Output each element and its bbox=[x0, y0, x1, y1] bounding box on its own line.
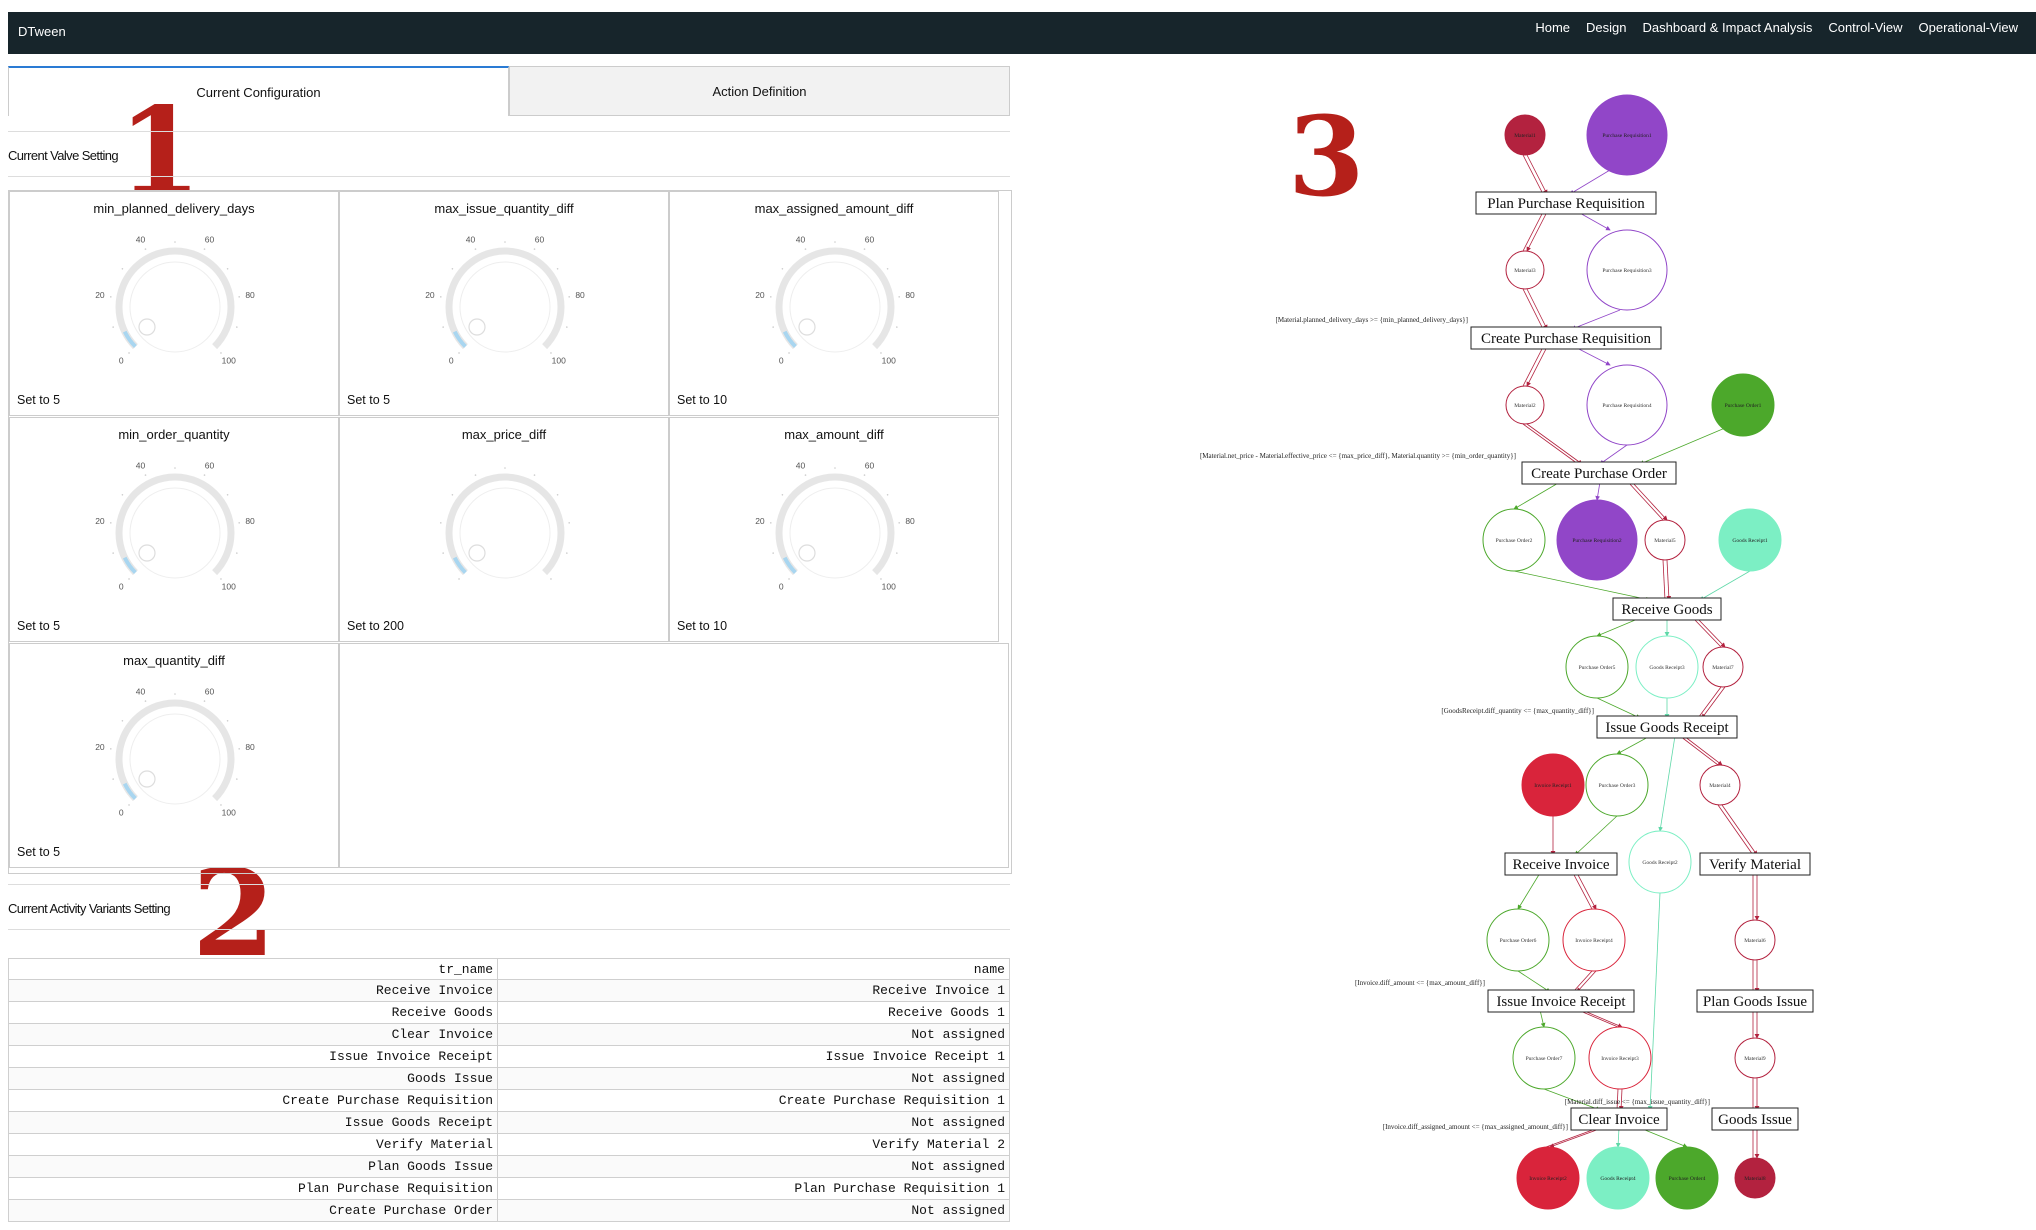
arc-edge bbox=[1572, 872, 1593, 910]
place-label: Material5 bbox=[1654, 538, 1676, 544]
place-label: Invoice Receipt3 bbox=[1601, 1056, 1639, 1062]
arc-edge bbox=[1639, 1127, 1688, 1148]
place-label: Purchase Requisition2 bbox=[1572, 538, 1622, 544]
place-label: Goods Receipt1 bbox=[1732, 538, 1768, 544]
place-label: Material4 bbox=[1709, 783, 1731, 789]
arc-edge bbox=[1683, 735, 1723, 766]
arc-edge bbox=[1697, 686, 1722, 719]
arc-edge bbox=[1721, 804, 1758, 856]
arc-edge bbox=[1692, 617, 1722, 648]
arc-edge bbox=[1615, 1127, 1621, 1148]
arc-edge bbox=[1571, 309, 1621, 330]
place-label: Purchase Order7 bbox=[1526, 1056, 1563, 1062]
transition-label: Issue Goods Receipt bbox=[1605, 720, 1729, 736]
place-label: Purchase Order2 bbox=[1496, 538, 1533, 544]
arc-edge bbox=[1599, 444, 1628, 465]
arc-edge bbox=[1577, 211, 1611, 231]
arc-edge bbox=[1522, 423, 1579, 465]
arc-edge bbox=[1526, 154, 1548, 195]
arc-edge bbox=[1701, 686, 1726, 719]
arc-edge bbox=[1631, 481, 1668, 521]
guard-label: [Invoice.diff_assigned_amount <= {max_as… bbox=[1383, 1123, 1568, 1131]
transition-label: Plan Goods Issue bbox=[1703, 994, 1808, 1010]
arc-edge bbox=[1616, 735, 1651, 755]
place-label: Goods Receipt2 bbox=[1642, 860, 1678, 866]
arc-edge bbox=[1581, 1009, 1623, 1028]
place-label: Invoice Receipt1 bbox=[1534, 783, 1572, 789]
process-net-graph: Material1 Purchase Requisition1 Material3 P… bbox=[1200, 94, 1814, 1210]
arc-edge bbox=[1574, 815, 1618, 856]
arc-edge bbox=[1517, 970, 1551, 993]
place-label: Material2 bbox=[1514, 403, 1536, 409]
place-label: Purchase Order4 bbox=[1669, 1176, 1706, 1182]
arc-edge bbox=[1522, 154, 1544, 195]
guard-label: [GoodsReceipt.diff_quantity <= {max_quan… bbox=[1441, 707, 1594, 715]
place-label: Purchase Requisition1 bbox=[1602, 133, 1652, 139]
arc-edge bbox=[1526, 423, 1583, 465]
place-label: Material3 bbox=[1514, 268, 1536, 274]
arc-edge bbox=[1569, 169, 1611, 195]
arc-edge bbox=[1577, 1009, 1619, 1028]
place-label: Purchase Requisition4 bbox=[1602, 403, 1652, 409]
arc-edge bbox=[1574, 346, 1611, 366]
arc-edge bbox=[1517, 872, 1541, 910]
transition-label: Receive Invoice bbox=[1512, 857, 1609, 873]
guard-label: [Material.net_price - Material.effective… bbox=[1200, 452, 1516, 460]
transition-label: Clear Invoice bbox=[1578, 1112, 1660, 1128]
arc-edge bbox=[1576, 970, 1597, 993]
arc-edge bbox=[1596, 617, 1641, 637]
arc-edge bbox=[1627, 481, 1664, 521]
arc-edge bbox=[1662, 559, 1666, 601]
arc-edge bbox=[1647, 892, 1661, 1111]
place-label: Purchase Order3 bbox=[1599, 783, 1636, 789]
arc-edge bbox=[1596, 697, 1641, 719]
arc-edge bbox=[1522, 346, 1544, 387]
arc-edge bbox=[1539, 1009, 1546, 1028]
arc-edge bbox=[1522, 211, 1544, 252]
place-label: Material9 bbox=[1744, 1056, 1766, 1062]
arc-edge bbox=[1576, 872, 1597, 910]
arc-edge bbox=[1658, 735, 1676, 832]
transition-label: Goods Issue bbox=[1718, 1112, 1792, 1128]
place-label: Material7 bbox=[1712, 665, 1734, 671]
transition-label: Plan Purchase Requisition bbox=[1487, 196, 1645, 212]
arc-edge bbox=[1679, 735, 1719, 766]
place-label: Goods Receipt3 bbox=[1649, 665, 1685, 671]
arc-edge bbox=[1595, 481, 1601, 501]
arc-edge bbox=[1717, 804, 1754, 856]
place-label: Material1 bbox=[1514, 133, 1536, 139]
arc-edge bbox=[1526, 211, 1548, 252]
arc-edge bbox=[1526, 346, 1548, 387]
arc-edge bbox=[1666, 559, 1672, 601]
place-label: Invoice Receipt4 bbox=[1575, 938, 1613, 944]
transition-label: Issue Invoice Receipt bbox=[1496, 994, 1626, 1010]
arc-edge bbox=[1572, 970, 1593, 993]
place-label: Purchase Requisition3 bbox=[1602, 268, 1652, 274]
transition-label: Create Purchase Order bbox=[1531, 466, 1667, 482]
arc-edge bbox=[1522, 288, 1544, 330]
place-label: Purchase Order6 bbox=[1500, 938, 1537, 944]
place-label: Material6 bbox=[1744, 938, 1766, 944]
arc-edge bbox=[1696, 617, 1726, 648]
place-label: Purchase Order1 bbox=[1725, 403, 1762, 409]
place-label: Invoice Receipt2 bbox=[1529, 1176, 1567, 1182]
place-label: Goods Receipt4 bbox=[1600, 1176, 1636, 1182]
guard-label: [Material.planned_delivery_days >= {min_… bbox=[1276, 316, 1468, 324]
transition-label: Receive Goods bbox=[1621, 602, 1712, 618]
arc-edge bbox=[1526, 288, 1548, 330]
transition-label: Verify Material bbox=[1709, 857, 1801, 873]
place-label: Material8 bbox=[1744, 1176, 1766, 1182]
arc-edge bbox=[1699, 570, 1751, 601]
arc-edge bbox=[1513, 481, 1561, 510]
guard-label: [Invoice.diff_amount <= {max_amount_diff… bbox=[1355, 979, 1485, 987]
transition-label: Create Purchase Requisition bbox=[1481, 331, 1651, 347]
guard-label: [Material.diff_issue <= {max_issue_quant… bbox=[1565, 1098, 1710, 1106]
place-label: Purchase Order5 bbox=[1579, 665, 1616, 671]
